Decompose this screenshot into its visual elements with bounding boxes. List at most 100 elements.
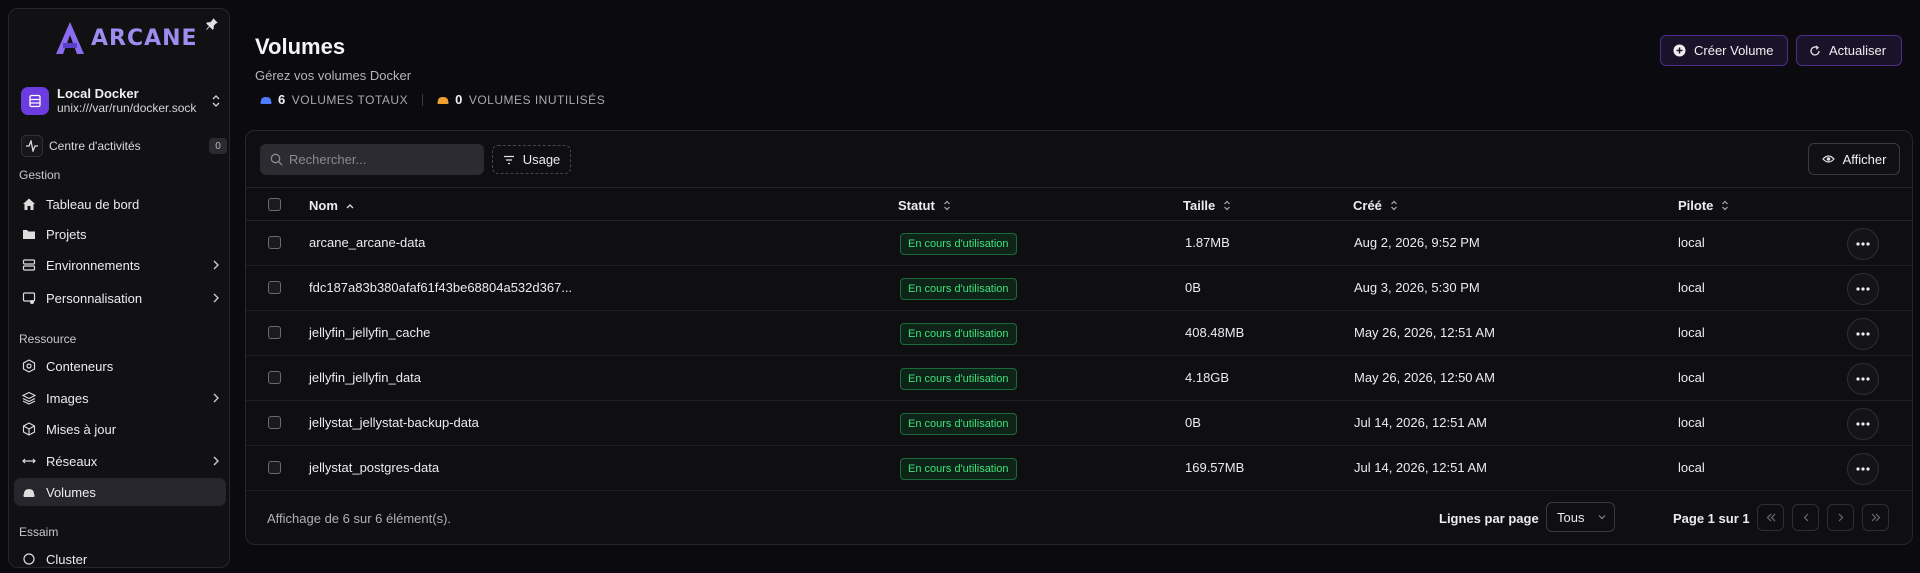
previous-page-button[interactable] bbox=[1792, 504, 1819, 531]
row-actions-button[interactable] bbox=[1847, 273, 1879, 305]
volume-name[interactable]: jellyfin_jellyfin_cache bbox=[309, 325, 430, 340]
row-actions-button[interactable] bbox=[1847, 453, 1879, 485]
sidebar-item-label: Tableau de bord bbox=[46, 196, 140, 212]
activity-count-badge: 0 bbox=[209, 138, 227, 154]
create-volume-label: Créer Volume bbox=[1694, 43, 1774, 58]
stat-value: 0 bbox=[455, 92, 463, 107]
volume-created: Aug 3, 2026, 5:30 PM bbox=[1354, 280, 1480, 295]
row-checkbox[interactable] bbox=[268, 236, 281, 249]
row-actions-button[interactable] bbox=[1847, 408, 1879, 440]
sidebar-item-volumes[interactable]: Volumes bbox=[14, 478, 226, 506]
chevron-right-icon bbox=[213, 456, 219, 466]
folder-icon bbox=[23, 230, 35, 239]
row-checkbox[interactable] bbox=[268, 371, 281, 384]
layers-icon bbox=[22, 391, 36, 405]
sidebar-item-containers[interactable]: Conteneurs bbox=[14, 352, 226, 380]
next-page-button[interactable] bbox=[1827, 504, 1854, 531]
row-actions-button[interactable] bbox=[1847, 363, 1879, 395]
table-row[interactable]: jellyfin_jellyfin_cache En cours d'utili… bbox=[246, 311, 1912, 356]
sidebar-item-environments[interactable]: Environnements bbox=[14, 251, 226, 279]
column-header-size[interactable]: Taille bbox=[1183, 198, 1231, 213]
volume-name[interactable]: jellystat_postgres-data bbox=[309, 460, 439, 475]
volume-size: 1.87MB bbox=[1185, 235, 1230, 250]
column-header-name[interactable]: Nom bbox=[309, 198, 354, 213]
chevron-right-icon bbox=[213, 393, 219, 403]
table-row[interactable]: jellystat_postgres-data En cours d'utili… bbox=[246, 446, 1912, 491]
sidebar-item-images[interactable]: Images bbox=[14, 384, 226, 412]
table-row[interactable]: arcane_arcane-data En cours d'utilisatio… bbox=[246, 221, 1912, 266]
column-header-created[interactable]: Créé bbox=[1353, 198, 1398, 213]
volume-size: 0B bbox=[1185, 415, 1201, 430]
view-options-button[interactable]: Afficher bbox=[1808, 143, 1900, 175]
stat-value: 6 bbox=[278, 92, 286, 107]
activity-label: Centre d'activités bbox=[49, 139, 141, 153]
row-checkbox[interactable] bbox=[268, 326, 281, 339]
sidebar-item-label: Mises à jour bbox=[46, 421, 117, 437]
rows-per-page-select[interactable]: Tous bbox=[1546, 502, 1615, 532]
stat-label: VOLUMES INUTILISÉS bbox=[468, 92, 606, 107]
status-badge: En cours d'utilisation bbox=[900, 323, 1017, 345]
container-icon bbox=[22, 359, 36, 373]
row-actions-button[interactable] bbox=[1847, 228, 1879, 260]
app-logo[interactable]: ARCANE bbox=[55, 21, 198, 55]
search-box[interactable] bbox=[260, 144, 484, 175]
page-indicator: Page 1 sur 1 bbox=[1673, 511, 1750, 526]
activity-center[interactable]: Centre d'activités 0 bbox=[21, 134, 227, 158]
refresh-label: Actualiser bbox=[1829, 43, 1887, 58]
sidebar-item-label: Images bbox=[46, 390, 89, 406]
volume-icon bbox=[260, 96, 272, 104]
chevron-left-icon bbox=[1803, 513, 1808, 522]
logo-text: ARCANE bbox=[91, 25, 198, 51]
table-row[interactable]: jellyfin_jellyfin_data En cours d'utilis… bbox=[246, 356, 1912, 401]
network-icon bbox=[22, 458, 36, 464]
create-volume-button[interactable]: Créer Volume bbox=[1660, 35, 1788, 66]
home-icon bbox=[23, 198, 35, 210]
sidebar-item-projects[interactable]: Projets bbox=[14, 220, 226, 248]
environment-switcher[interactable]: Local Docker unix:///var/run/docker.sock bbox=[21, 77, 221, 125]
volume-created: May 26, 2026, 12:51 AM bbox=[1354, 325, 1495, 340]
row-actions-button[interactable] bbox=[1847, 318, 1879, 350]
volume-name[interactable]: jellyfin_jellyfin_data bbox=[309, 370, 421, 385]
search-input[interactable] bbox=[289, 152, 469, 167]
column-label: Taille bbox=[1183, 198, 1216, 213]
table-row[interactable]: fdc187a83b380afaf61f43be68804a532d367...… bbox=[246, 266, 1912, 311]
stat-label: VOLUMES TOTAUX bbox=[291, 92, 409, 107]
row-checkbox[interactable] bbox=[268, 461, 281, 474]
row-checkbox[interactable] bbox=[268, 281, 281, 294]
first-page-button[interactable] bbox=[1757, 504, 1784, 531]
row-checkbox[interactable] bbox=[268, 416, 281, 429]
refresh-button[interactable]: Actualiser bbox=[1796, 35, 1902, 66]
select-all-checkbox[interactable] bbox=[268, 198, 281, 211]
table-row[interactable]: jellystat_jellystat-backup-data En cours… bbox=[246, 401, 1912, 446]
column-header-driver[interactable]: Pilote bbox=[1678, 198, 1729, 213]
column-header-status[interactable]: Statut bbox=[898, 198, 951, 213]
package-icon bbox=[22, 422, 36, 436]
sidebar-item-updates[interactable]: Mises à jour bbox=[14, 415, 226, 443]
last-page-button[interactable] bbox=[1862, 504, 1889, 531]
chevrons-up-down-icon bbox=[211, 94, 221, 108]
page-title: Volumes bbox=[255, 34, 346, 59]
sort-icon bbox=[1224, 200, 1231, 211]
search-icon bbox=[270, 153, 283, 166]
pin-icon[interactable] bbox=[205, 17, 221, 33]
more-horizontal-icon bbox=[1856, 332, 1870, 336]
sidebar-item-cluster[interactable]: Cluster bbox=[14, 545, 226, 573]
stat-unused-volumes: 0 VOLUMES INUTILISÉS bbox=[437, 92, 605, 107]
sidebar-item-customization[interactable]: Personnalisation bbox=[14, 284, 226, 312]
unused-volume-icon bbox=[437, 96, 449, 104]
volume-name[interactable]: jellystat_jellystat-backup-data bbox=[309, 415, 479, 430]
volume-size: 169.57MB bbox=[1185, 460, 1245, 475]
more-horizontal-icon bbox=[1856, 287, 1870, 291]
status-badge: En cours d'utilisation bbox=[900, 368, 1017, 390]
view-options-label: Afficher bbox=[1842, 151, 1887, 167]
volume-name[interactable]: fdc187a83b380afaf61f43be68804a532d367... bbox=[309, 280, 572, 295]
environment-name: Local Docker bbox=[57, 86, 139, 101]
column-label: Créé bbox=[1353, 198, 1382, 213]
sidebar-item-dashboard[interactable]: Tableau de bord bbox=[14, 190, 226, 218]
sidebar-item-networks[interactable]: Réseaux bbox=[14, 447, 226, 475]
usage-filter-button[interactable]: Usage bbox=[492, 145, 571, 174]
volume-name[interactable]: arcane_arcane-data bbox=[309, 235, 425, 250]
chevrons-right-icon bbox=[1871, 513, 1880, 522]
chevron-right-icon bbox=[213, 293, 219, 303]
volume-created: Jul 14, 2026, 12:51 AM bbox=[1354, 415, 1487, 430]
